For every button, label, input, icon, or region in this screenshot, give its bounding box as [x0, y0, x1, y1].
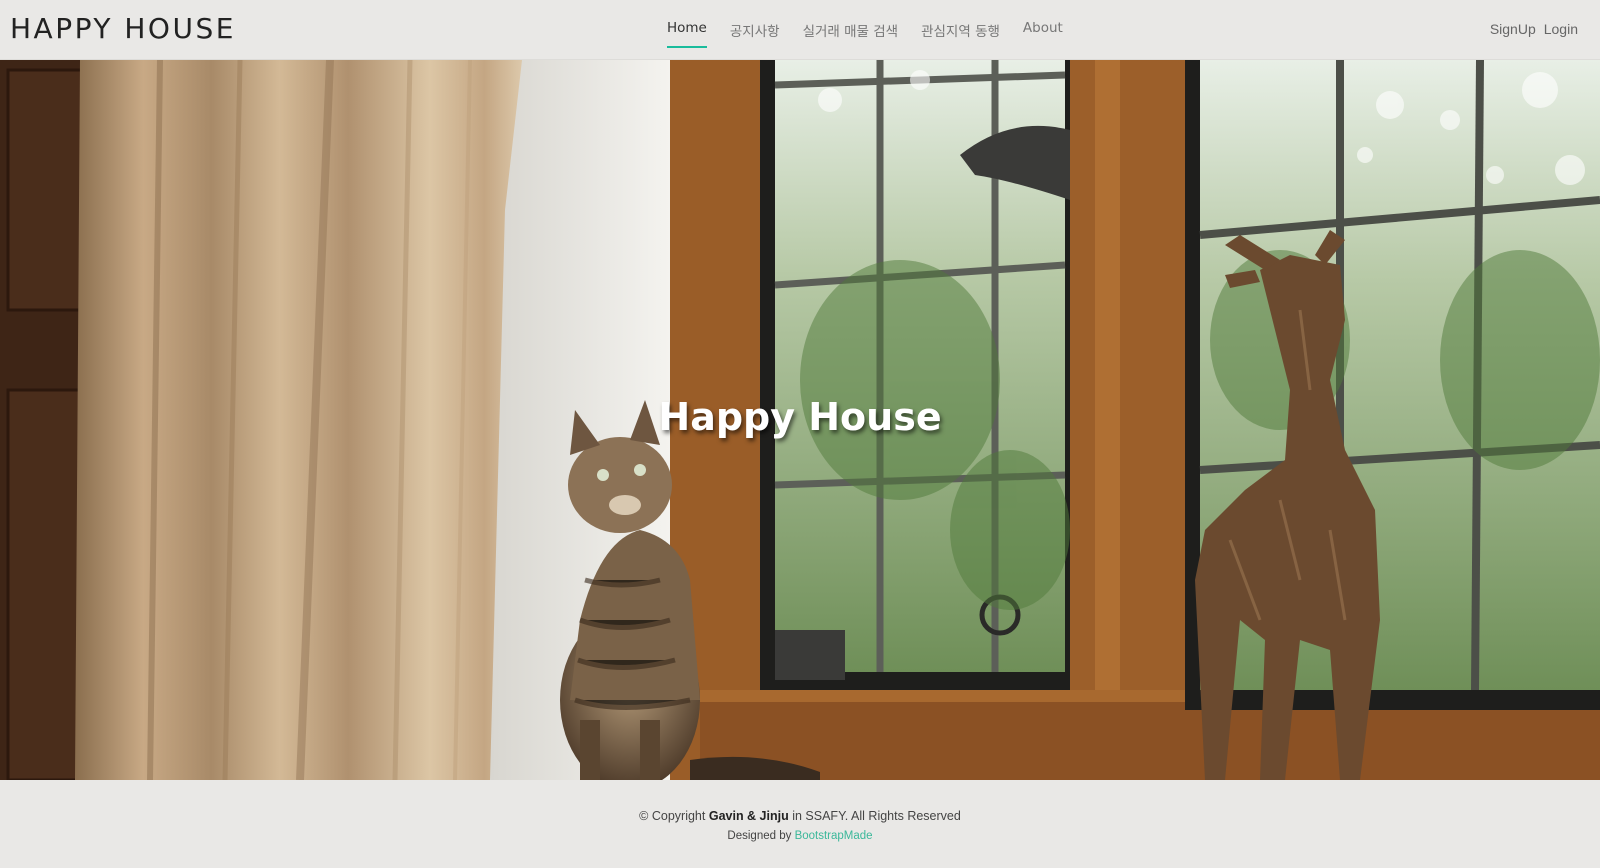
nav-interest-area[interactable]: 관심지역 동행	[921, 20, 1000, 46]
header: HAPPY HOUSE Home 공지사항 실거래 매물 검색 관심지역 동행 …	[0, 0, 1600, 60]
copyright-text: © Copyright Gavin & Jinju in SSAFY. All …	[0, 809, 1600, 823]
hero-section: Happy House	[0, 60, 1600, 780]
nav-notice[interactable]: 공지사항	[730, 20, 780, 46]
designer-link[interactable]: BootstrapMade	[795, 830, 873, 842]
site-logo[interactable]: HAPPY HOUSE	[10, 12, 236, 45]
signup-link[interactable]: SignUp	[1490, 21, 1536, 37]
hero-title: Happy House	[658, 395, 942, 439]
nav-about[interactable]: About	[1023, 20, 1063, 46]
copyright-prefix: © Copyright	[639, 809, 706, 823]
main-nav: Home 공지사항 실거래 매물 검색 관심지역 동행 About	[667, 20, 1086, 48]
login-link[interactable]: Login	[1544, 21, 1578, 37]
nav-transaction-search[interactable]: 실거래 매물 검색	[803, 20, 899, 46]
designed-by-label: Designed by	[727, 830, 792, 842]
auth-links: SignUp Login	[1490, 21, 1578, 37]
nav-home[interactable]: Home	[667, 20, 707, 48]
copyright-suffix: in SSAFY. All Rights Reserved	[792, 809, 961, 823]
copyright-owner: Gavin & Jinju	[708, 809, 789, 823]
footer: © Copyright Gavin & Jinju in SSAFY. All …	[0, 780, 1600, 868]
credits-text: Designed by BootstrapMade	[0, 830, 1600, 842]
